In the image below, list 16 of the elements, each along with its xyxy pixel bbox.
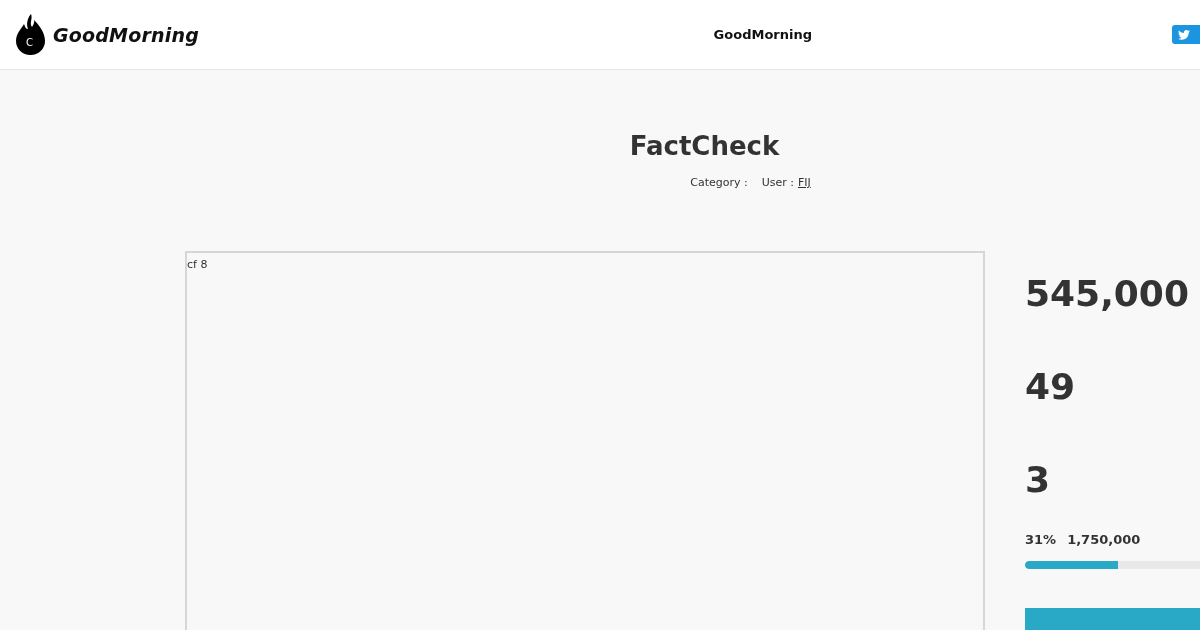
logo-letter: C	[26, 37, 33, 49]
stat-number: 3	[1025, 458, 1052, 502]
flame-icon	[16, 14, 45, 55]
embed-alt-text: cf 8	[187, 258, 208, 272]
bird-icon	[1178, 29, 1190, 40]
user-label: User :	[761, 176, 794, 190]
stat-number: 49	[1025, 365, 1077, 409]
page-title: FactCheck	[629, 130, 780, 162]
stat-number: 545,000	[1025, 272, 1190, 316]
site-name: GoodMorning	[713, 27, 812, 42]
funding-goal: 1,750,000	[1067, 532, 1141, 548]
user-link[interactable]: FIJ	[797, 176, 811, 190]
funding-percent: 31%	[1025, 532, 1057, 548]
twitter-share-button[interactable]	[1172, 25, 1200, 44]
logo-text: GoodMorning	[53, 23, 199, 46]
category-label: Category :	[690, 176, 748, 190]
